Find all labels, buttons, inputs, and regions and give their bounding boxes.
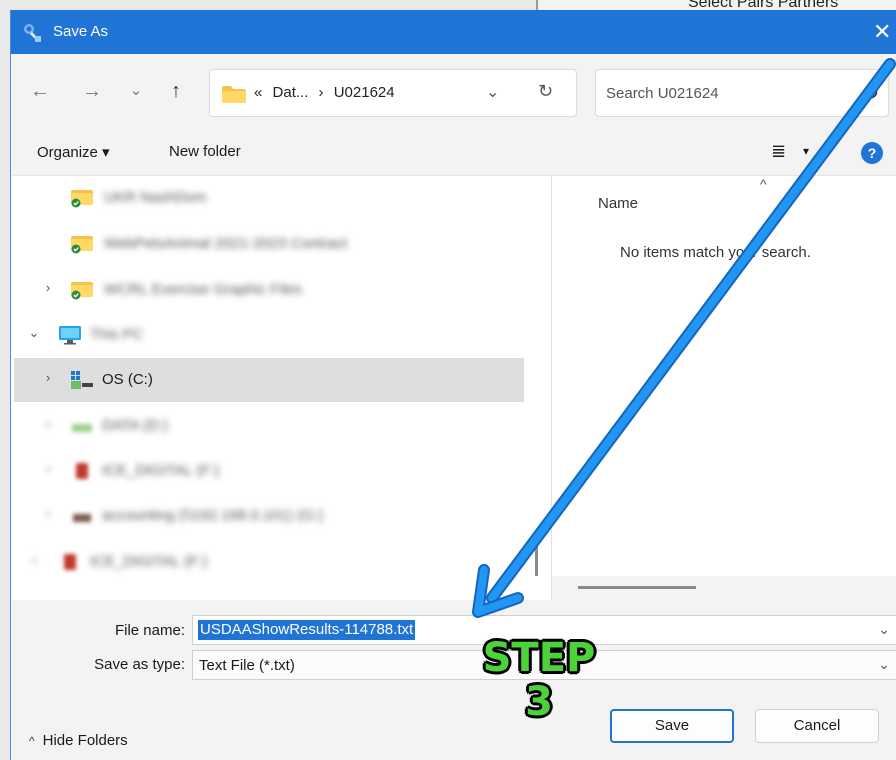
- organize-button[interactable]: Organize ▾: [37, 143, 110, 161]
- file-name-label: File name:: [114, 622, 185, 639]
- drive-icon: [72, 424, 92, 432]
- column-header-name[interactable]: Name: [598, 195, 638, 212]
- file-fields: File name: USDAAShowResults-114788.txt ⌄…: [11, 600, 896, 692]
- tree-item-label: OS (C:): [102, 371, 153, 388]
- breadcrumb-segment-u021624[interactable]: U021624: [334, 84, 395, 101]
- tree-item[interactable]: › ICE_DIGITAL (F:): [14, 540, 524, 584]
- tree-item-label: DATA (D:): [102, 417, 169, 434]
- cancel-button[interactable]: Cancel: [755, 709, 879, 743]
- up-button[interactable]: ↑: [163, 78, 189, 104]
- tree-item-label: This PC: [90, 326, 144, 343]
- chevron-down-icon[interactable]: ⌄: [26, 325, 42, 341]
- tree-scrollbar[interactable]: [535, 540, 538, 576]
- usb-drive-icon: [76, 463, 88, 479]
- chevron-down-icon[interactable]: ⌄: [486, 82, 499, 102]
- horizontal-scrollbar-thumb[interactable]: [578, 586, 696, 589]
- tree-item[interactable]: › accounting (\\192.168.0.101) (G:): [14, 494, 524, 538]
- network-drive-icon: [73, 514, 91, 522]
- save-as-app-icon: [24, 24, 41, 42]
- save-as-dialog: Save As ✕ ← → ⌄ ↑ « Dat... › U021624 ⌄ ↻: [10, 10, 896, 760]
- file-list-pane[interactable]: ^ Name No items match your search.: [552, 176, 896, 600]
- breadcrumb-separator[interactable]: ›: [319, 84, 324, 101]
- chevron-right-icon[interactable]: ›: [26, 552, 42, 567]
- save-as-type-label: Save as type:: [94, 656, 185, 673]
- tree-item-label: ICE_DIGITAL (F:): [90, 553, 208, 570]
- view-dropdown-icon[interactable]: ▾: [803, 144, 809, 158]
- title-bar: Save As ✕: [11, 10, 896, 54]
- chevron-right-icon[interactable]: ›: [40, 280, 56, 295]
- drive-icon: [71, 371, 93, 389]
- breadcrumb-overflow[interactable]: «: [254, 84, 262, 101]
- help-icon[interactable]: ?: [861, 142, 883, 164]
- step-word: STEP: [482, 635, 596, 681]
- search-icon[interactable]: [860, 84, 880, 104]
- tree-item-label: ICE_DIGITAL (F:): [102, 462, 220, 479]
- navigation-tree[interactable]: UKR NashDom WebPetsAnimal 2021-2023 Cont…: [11, 176, 551, 600]
- tree-item[interactable]: › WCRL Exercise Graphic Files: [14, 268, 524, 312]
- synced-folder-icon: [71, 236, 93, 254]
- chevron-right-icon[interactable]: ›: [40, 506, 56, 521]
- tree-item-label: UKR NashDom: [104, 189, 207, 206]
- tree-item[interactable]: WebPetsAnimal 2021-2023 Contract: [14, 222, 524, 266]
- tree-item-os-c[interactable]: › OS (C:): [14, 358, 524, 402]
- file-name-value[interactable]: USDAAShowResults-114788.txt: [198, 620, 416, 640]
- synced-folder-icon: [71, 190, 93, 208]
- usb-drive-icon: [64, 554, 76, 570]
- breadcrumb: « Dat... › U021624: [254, 84, 401, 101]
- sort-caret-icon: ^: [760, 176, 767, 192]
- breadcrumb-segment-data[interactable]: Dat...: [273, 84, 309, 101]
- dialog-title: Save As: [53, 23, 109, 40]
- empty-list-message: No items match your search.: [620, 244, 811, 261]
- view-options-icon[interactable]: ≣: [771, 141, 786, 162]
- forward-button[interactable]: →: [79, 78, 105, 104]
- hide-folders-button[interactable]: ^ Hide Folders: [29, 732, 128, 749]
- back-button[interactable]: ←: [27, 78, 53, 104]
- recent-locations-button[interactable]: ⌄: [123, 78, 149, 104]
- tree-item[interactable]: UKR NashDom: [14, 176, 524, 220]
- hide-folders-label: Hide Folders: [42, 732, 128, 749]
- step-number: 3: [525, 679, 553, 725]
- refresh-icon[interactable]: ↻: [538, 81, 553, 102]
- command-bar: Organize ▾ New folder ≣ ▾ ?: [11, 130, 896, 176]
- tree-item-this-pc[interactable]: ⌄ This PC: [14, 313, 524, 357]
- step-annotation: STEP 3: [466, 636, 612, 724]
- synced-folder-icon: [71, 282, 93, 300]
- address-bar[interactable]: « Dat... › U021624 ⌄ ↻: [209, 69, 577, 117]
- navigation-bar: ← → ⌄ ↑ « Dat... › U021624 ⌄ ↻: [11, 54, 896, 130]
- close-icon[interactable]: ✕: [873, 10, 896, 54]
- tree-item[interactable]: › DATA (D:): [14, 404, 524, 448]
- this-pc-icon: [59, 326, 81, 345]
- chevron-up-icon: ^: [29, 734, 35, 748]
- chevron-down-icon[interactable]: ⌄: [878, 656, 890, 673]
- tree-item-label: WCRL Exercise Graphic Files: [104, 281, 302, 298]
- chevron-down-icon[interactable]: ⌄: [878, 621, 890, 638]
- tree-item-label: accounting (\\192.168.0.101) (G:): [102, 507, 323, 524]
- chevron-right-icon[interactable]: ›: [40, 416, 56, 431]
- folder-icon: [222, 86, 246, 103]
- dialog-footer: ^ Hide Folders Save Cancel: [11, 692, 896, 760]
- chevron-right-icon[interactable]: ›: [40, 461, 56, 476]
- new-folder-button[interactable]: New folder: [169, 143, 241, 160]
- search-input[interactable]: [606, 82, 836, 104]
- save-as-type-value: Text File (*.txt): [199, 657, 295, 674]
- search-box[interactable]: [595, 69, 889, 117]
- tree-item[interactable]: › ICE_DIGITAL (F:): [14, 449, 524, 493]
- tree-item-label: WebPetsAnimal 2021-2023 Contract: [104, 235, 348, 252]
- chevron-right-icon[interactable]: ›: [40, 370, 56, 385]
- save-button[interactable]: Save: [610, 709, 734, 743]
